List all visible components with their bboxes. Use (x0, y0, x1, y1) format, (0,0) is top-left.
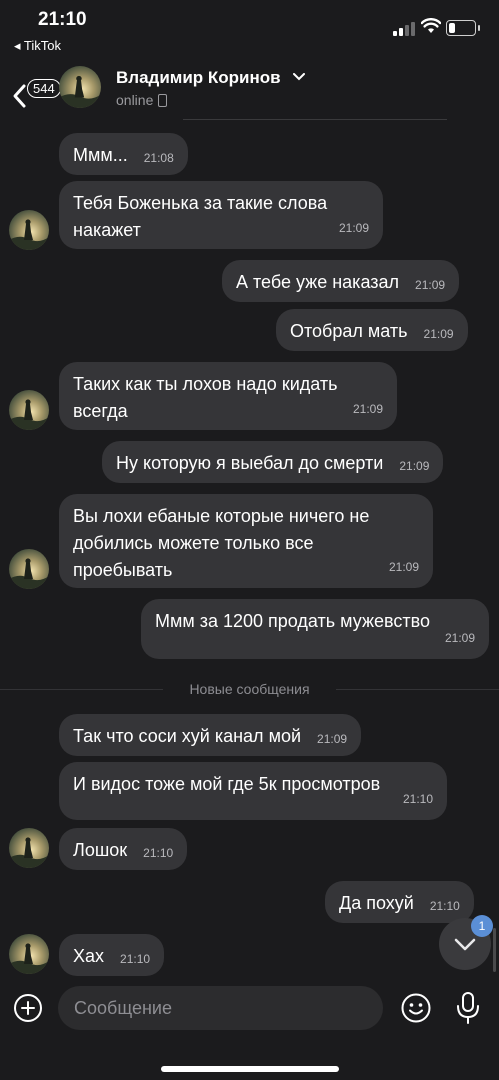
home-indicator[interactable] (161, 1066, 339, 1072)
add-icon[interactable] (13, 993, 43, 1023)
message-bubble-out[interactable]: Отобрал мать 21:09 (276, 309, 468, 351)
message-bubble-in[interactable]: Вы лохи ебаные которые ничего не добилис… (59, 494, 433, 588)
message-text: Ну которую я выебал до смерти (116, 453, 384, 473)
message-time: 21:09 (399, 459, 430, 473)
message-text: Лошок (73, 840, 128, 860)
status-time: 21:10 (38, 9, 87, 30)
message-time: 21:09 (423, 327, 454, 341)
sender-avatar[interactable] (9, 828, 49, 868)
new-message-count-badge: 1 (471, 915, 493, 937)
message-text: Так что соси хуй канал мой (73, 726, 302, 746)
message-field[interactable] (58, 986, 383, 1030)
composer-bar (0, 980, 499, 1080)
emoji-icon[interactable] (400, 992, 432, 1024)
message-text: Ммм за 1200 продать мужевство (155, 611, 430, 631)
message-bubble-in[interactable]: Хах 21:10 (59, 934, 165, 976)
message-text: А тебе уже наказал (236, 272, 400, 292)
message-text: Вы лохи ебаные которые ничего не добилис… (73, 506, 370, 580)
wifi-icon (421, 18, 441, 33)
message-text: Тебя Боженька за такие слова накажет (73, 193, 328, 240)
presence-label: online (116, 92, 154, 108)
divider-line (183, 119, 447, 120)
message-bubble-out[interactable]: Да похуй 21:10 (325, 881, 474, 923)
message-bubble-out[interactable]: Ну которую я выебал до смерти 21:09 (102, 441, 444, 483)
sender-avatar[interactable] (9, 390, 49, 430)
message-input[interactable] (58, 986, 383, 1030)
status-bar: 21:10 ◂ TikTok (0, 0, 499, 58)
message-text: И видос тоже мой где 5к просмотров (73, 774, 381, 794)
message-bubble-in[interactable]: Тебя Боженька за такие слова накажет 21:… (59, 181, 383, 249)
phone-icon (158, 94, 168, 107)
signal-icon (393, 22, 417, 36)
contact-avatar[interactable] (59, 66, 101, 108)
message-time: 21:09 (338, 221, 369, 235)
message-time: 21:10 (120, 952, 151, 966)
contact-name: Владимир Коринов (116, 68, 281, 87)
chevron-down-icon (293, 73, 306, 81)
unread-count-badge: 544 (27, 79, 61, 98)
message-text: Да похуй (339, 893, 414, 913)
scrollbar[interactable] (493, 928, 496, 972)
chat-header: 544 Владимир Коринов online (0, 58, 499, 120)
message-bubble-in[interactable]: Ммм... 21:08 (59, 133, 188, 175)
message-time: 21:10 (143, 846, 174, 860)
sender-avatar[interactable] (9, 934, 49, 974)
message-text: Хах (73, 946, 105, 966)
message-time: 21:09 (415, 278, 446, 292)
message-bubble-in[interactable]: И видос тоже мой где 5к просмотров 21:10 (59, 762, 447, 820)
back-button[interactable]: 544 (10, 70, 61, 108)
message-text: Отобрал мать (290, 321, 408, 341)
battery-icon (446, 20, 480, 36)
message-text: Ммм... (73, 145, 128, 165)
new-messages-divider: Новые сообщения (0, 680, 499, 700)
back-to-app-link[interactable]: ◂ TikTok (14, 38, 61, 54)
message-bubble-in[interactable]: Таких как ты лохов надо кидать всегда 21… (59, 362, 397, 430)
message-text: Таких как ты лохов надо кидать всегда (73, 374, 338, 421)
message-bubble-in[interactable]: Так что соси хуй канал мой 21:09 (59, 714, 362, 756)
message-time: 21:08 (143, 151, 174, 165)
sender-avatar[interactable] (9, 210, 49, 250)
contact-name-button[interactable]: Владимир Коринов (116, 68, 306, 88)
message-time: 21:09 (444, 631, 475, 645)
sender-avatar[interactable] (9, 549, 49, 589)
message-time: 21:09 (317, 732, 348, 746)
presence-status: online (116, 92, 168, 108)
message-time: 21:10 (429, 899, 460, 913)
microphone-icon[interactable] (455, 992, 481, 1024)
message-bubble-out[interactable]: Ммм за 1200 продать мужевство 21:09 (141, 599, 489, 659)
message-bubble-out[interactable]: А тебе уже наказал 21:09 (222, 260, 460, 302)
scroll-to-bottom-button[interactable]: 1 (439, 915, 493, 970)
message-time: 21:10 (402, 792, 433, 806)
message-time: 21:09 (352, 402, 383, 416)
message-time: 21:09 (388, 560, 419, 574)
message-bubble-in[interactable]: Лошок 21:10 (59, 828, 188, 870)
